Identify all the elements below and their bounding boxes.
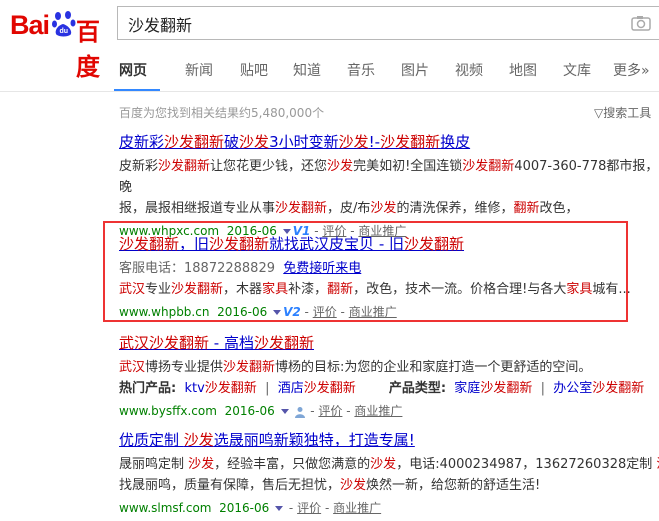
result-date: 2016-06 (219, 501, 270, 515)
search-result-3: 武汉沙发翻新 - 高档沙发翻新 武汉博扬专业提供沙发翻新博杨的目标:为您的企业和… (119, 332, 659, 419)
ad-link[interactable]: 商业推广 (349, 305, 397, 319)
tab-images[interactable]: 图片 (401, 60, 429, 80)
baidu-logo[interactable]: Bai du 百度 (10, 8, 114, 81)
result-meta: www.bysffx.com 2016-06 - 评价 - 商业推广 (119, 404, 403, 418)
logo-text-bai: Bai (10, 10, 50, 40)
tab-map[interactable]: 地图 (509, 60, 537, 80)
search-input[interactable] (126, 13, 610, 35)
filter-icon: ▽ (594, 106, 604, 120)
svg-text:du: du (60, 28, 69, 35)
search-tools-label: 搜索工具 (603, 106, 652, 120)
result-count: 百度为您找到相关结果约5,480,000个 (119, 106, 325, 120)
result-abstract: 武汉专业沙发翻新，木器家具补漆，翻新，改色，技术一流。价格合理!与各大家具城有.… (119, 282, 631, 297)
dropdown-arrow-icon[interactable] (275, 506, 284, 511)
tab-web[interactable]: 网页 (119, 60, 147, 80)
ad-link[interactable]: 商业推广 (354, 404, 402, 418)
type-link-home[interactable]: 家庭沙发翻新 (454, 381, 532, 396)
product-link-ktv[interactable]: ktv沙发翻新 (184, 381, 256, 396)
result-abstract: 武汉博扬专业提供沙发翻新博杨的目标:为您的企业和家庭打造一个更舒适的空间。 (119, 360, 592, 375)
result-title-link[interactable]: 优质定制 沙发选晟丽鸣新颖独特，打造专属! (119, 429, 659, 450)
result-abstract: 皮新彩沙发翻新让您花更少钱，还您沙发完美如初!全国连锁沙发翻新4007-360-… (119, 159, 659, 216)
ad-link[interactable]: 商业推广 (333, 501, 381, 515)
result-date: 2016-06 (217, 305, 268, 319)
product-links-row: 热门产品: ktv沙发翻新 | 酒店沙发翻新 产品类型: 家庭沙发翻新 | 办公… (119, 381, 645, 396)
search-box[interactable] (117, 6, 659, 40)
tab-wenku[interactable]: 文库 (563, 60, 591, 80)
product-link-hotel[interactable]: 酒店沙发翻新 (278, 381, 356, 396)
paw-logo-icon: du (52, 11, 76, 37)
search-result-4: 优质定制 沙发选晟丽鸣新颖独特，打造专属! 晟丽鸣定制 沙发，经验丰富，只做您满… (119, 429, 659, 516)
free-call-link[interactable]: 免费接听来电 (283, 261, 361, 276)
tab-music[interactable]: 音乐 (347, 60, 375, 80)
user-icon[interactable] (294, 406, 306, 418)
type-link-office[interactable]: 办公室沙发翻新 (553, 381, 644, 396)
result-title-link[interactable]: 沙发翻新，旧沙发翻新就找武汉皮宝贝 - 旧沙发翻新 (119, 233, 659, 254)
product-type-label: 产品类型: (388, 381, 447, 396)
result-meta: www.whpbb.cn 2016-06 V2 - 评价 - 商业推广 (119, 305, 397, 319)
eval-link[interactable]: 评价 (318, 404, 342, 418)
result-date: 2016-06 (224, 404, 275, 418)
search-tools-button[interactable]: ▽搜索工具 (594, 104, 651, 121)
result-abstract: 晟丽鸣定制 沙发，经验丰富，只做您满意的沙发，电话:4000234987，136… (119, 457, 659, 493)
result-url[interactable]: www.slmsf.com (119, 501, 211, 515)
result-title-link[interactable]: 皮新彩沙发翻新破沙发3小时变新沙发!-沙发翻新换皮 (119, 131, 659, 152)
phone-number: 18872288829 (184, 261, 275, 276)
result-phone-line: 客服电话：18872288829 免费接听来电 (119, 261, 362, 276)
result-meta: www.slmsf.com 2016-06 - 评价 - 商业推广 (119, 501, 382, 515)
search-result-2: 沙发翻新，旧沙发翻新就找武汉皮宝贝 - 旧沙发翻新 客服电话：188722888… (119, 233, 659, 320)
dropdown-arrow-icon[interactable] (280, 409, 289, 414)
tab-zhidao[interactable]: 知道 (293, 60, 321, 80)
eval-link[interactable]: 评价 (313, 305, 337, 319)
tab-tieba[interactable]: 贴吧 (240, 60, 268, 80)
hot-products-label: 热门产品: (119, 381, 177, 396)
active-tab-indicator (114, 89, 160, 91)
eval-link[interactable]: 评价 (297, 501, 321, 515)
dropdown-arrow-icon[interactable] (273, 310, 282, 315)
tab-video[interactable]: 视频 (455, 60, 483, 80)
camera-icon[interactable] (631, 15, 651, 31)
result-url[interactable]: www.whpbb.cn (119, 305, 209, 319)
tab-news[interactable]: 新闻 (185, 60, 213, 80)
result-title-link[interactable]: 武汉沙发翻新 - 高档沙发翻新 (119, 332, 659, 353)
search-tabs: 网页 新闻 贴吧 知道 音乐 图片 视频 地图 文库 更多» (0, 49, 659, 92)
tab-more[interactable]: 更多» (613, 60, 650, 80)
v-badge-icon[interactable]: V2 (283, 305, 301, 319)
result-url[interactable]: www.bysffx.com (119, 404, 217, 418)
